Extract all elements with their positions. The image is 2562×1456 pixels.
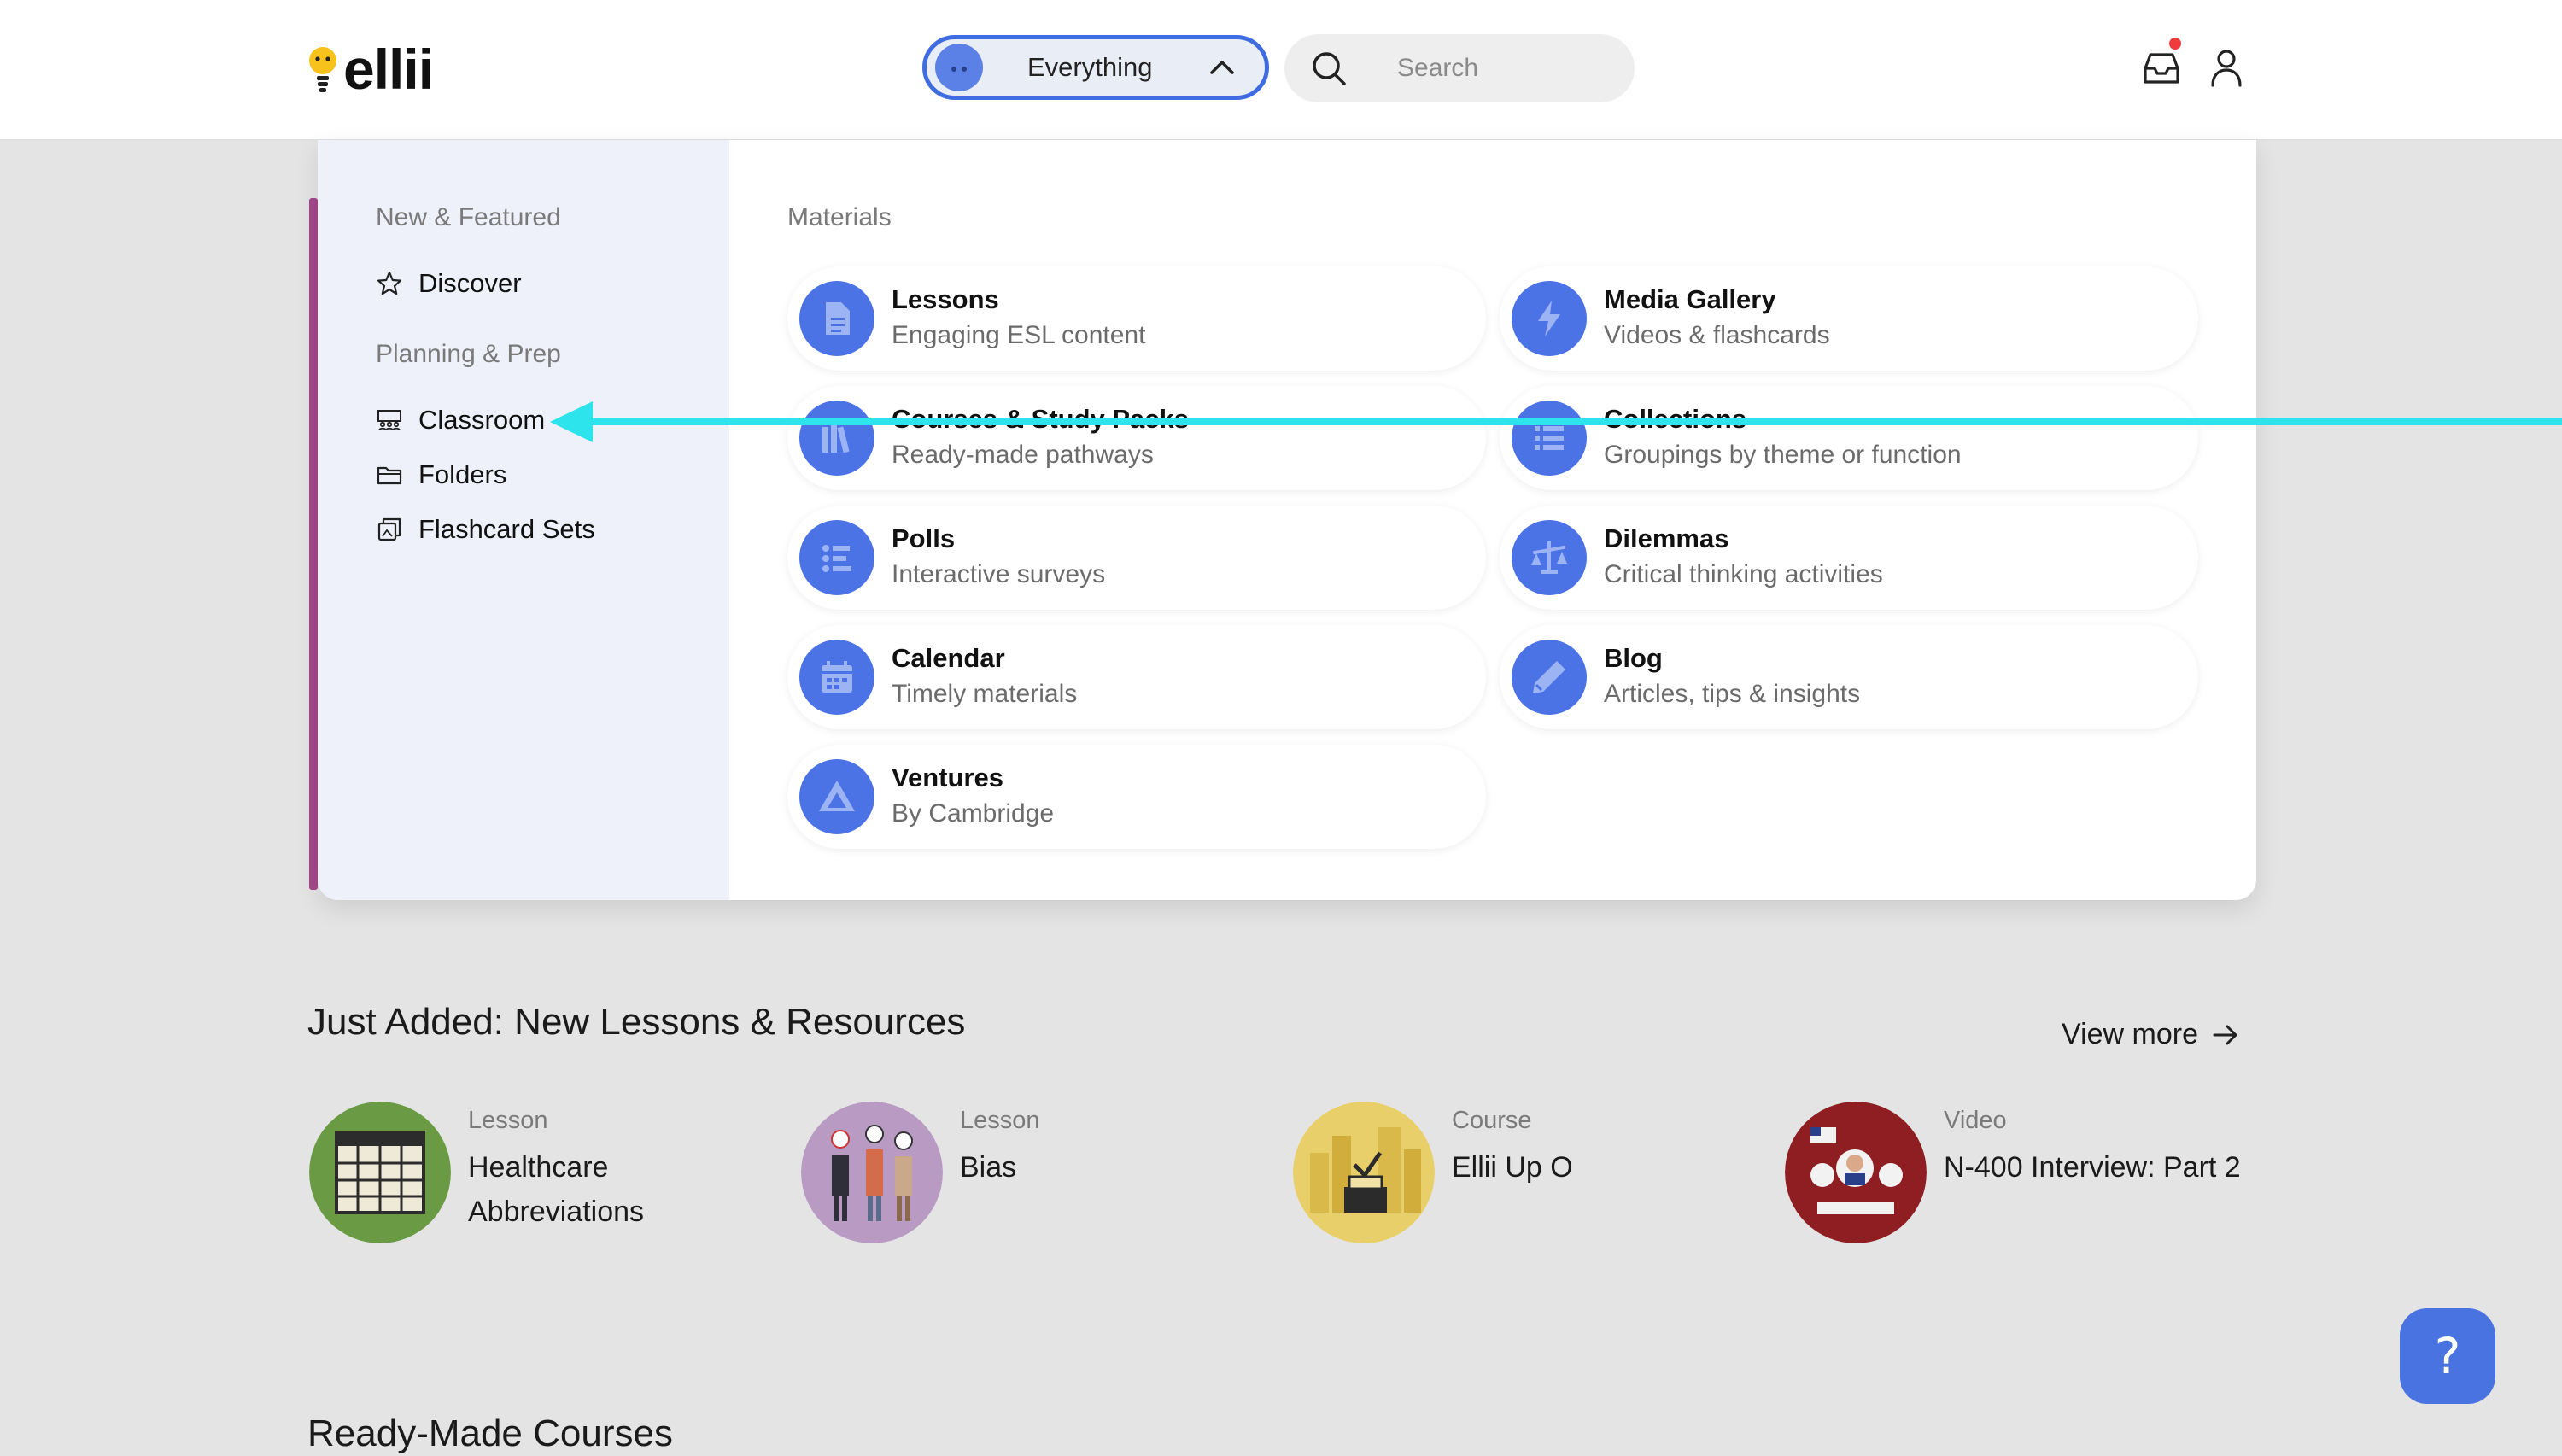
card-title: Calendar	[892, 643, 1005, 673]
resource-type: Video	[1944, 1107, 2007, 1134]
menu-card-courses[interactable]: Courses & Study Packs Ready-made pathways	[787, 386, 1486, 490]
document-icon	[799, 281, 874, 356]
classroom-icon	[377, 410, 401, 431]
card-title: Blog	[1604, 643, 1663, 673]
flashcard-sets-label: Flashcard Sets	[418, 514, 595, 544]
books-icon	[799, 401, 874, 476]
star-icon	[377, 271, 402, 295]
card-title: Courses & Study Packs	[892, 404, 1190, 434]
inbox-icon[interactable]	[2142, 48, 2181, 87]
new-featured-heading: New & Featured	[376, 203, 561, 231]
card-subtitle: Ready-made pathways	[892, 441, 1154, 469]
card-subtitle: Groupings by theme or function	[1604, 441, 1962, 469]
menu-card-media-gallery[interactable]: Media Gallery Videos & flashcards	[1500, 266, 2198, 371]
menu-card-polls[interactable]: Polls Interactive surveys	[787, 506, 1486, 610]
menu-card-blog[interactable]: Blog Articles, tips & insights	[1500, 625, 2198, 729]
search-icon[interactable]	[1310, 50, 1348, 87]
arrow-right-icon	[2213, 1025, 2237, 1044]
flashcard-icon	[377, 517, 401, 541]
resource-title: Ellii Up O	[1452, 1151, 1573, 1184]
resource-thumbnail	[801, 1102, 943, 1243]
materials-menu-panel: New & Featured Discover Planning & Prep …	[318, 140, 2256, 900]
folders-label: Folders	[418, 459, 507, 489]
lightning-icon	[1512, 281, 1587, 356]
search-scope-dropdown[interactable]: Everything	[922, 35, 1269, 100]
scope-avatar-icon	[935, 44, 983, 91]
menu-card-ventures[interactable]: Ventures By Cambridge	[787, 745, 1486, 849]
resource-card-healthcare[interactable]: Lesson Healthcare Abbreviations	[309, 1102, 775, 1243]
notification-dot	[2169, 38, 2181, 50]
discover-label: Discover	[418, 268, 522, 298]
top-header: ellii Everything	[0, 0, 2562, 141]
sidebar-accent-bar	[309, 198, 318, 890]
classroom-label: Classroom	[418, 405, 546, 435]
calendar-icon	[799, 640, 874, 715]
view-more-label: View more	[2062, 1018, 2198, 1050]
logo-text: ellii	[343, 38, 434, 101]
card-subtitle: By Cambridge	[892, 799, 1055, 827]
card-subtitle: Engaging ESL content	[892, 321, 1146, 349]
card-subtitle: Timely materials	[892, 680, 1078, 708]
resource-card-bias[interactable]: Lesson Bias	[801, 1102, 1267, 1243]
card-title: Polls	[892, 523, 956, 553]
card-title: Ventures	[892, 763, 1003, 792]
menu-card-lessons[interactable]: Lessons Engaging ESL content	[787, 266, 1486, 371]
resource-card-ellii-up[interactable]: Course Ellii Up O	[1293, 1102, 1759, 1243]
card-title: Collections	[1604, 404, 1747, 434]
chevron-up-icon	[1210, 61, 1234, 74]
resource-thumbnail	[1293, 1102, 1435, 1243]
resource-title: Bias	[960, 1151, 1017, 1184]
search-bar[interactable]	[1284, 34, 1635, 102]
sidebar-item-classroom[interactable]: Classroom	[376, 405, 545, 436]
card-subtitle: Critical thinking activities	[1604, 560, 1883, 588]
menu-card-calendar[interactable]: Calendar Timely materials	[787, 625, 1486, 729]
pencil-icon	[1512, 640, 1587, 715]
resource-card-n400[interactable]: Video N-400 Interview: Part 2	[1785, 1102, 2251, 1243]
sidebar-item-flashcard-sets[interactable]: Flashcard Sets	[376, 514, 595, 545]
resource-title: N-400 Interview: Part 2	[1944, 1151, 2241, 1184]
list-icon	[1512, 401, 1587, 476]
card-title: Dilemmas	[1604, 523, 1729, 553]
help-label: ?	[2434, 1327, 2461, 1385]
card-title: Lessons	[892, 284, 999, 314]
ventures-icon	[799, 759, 874, 834]
poll-icon	[799, 520, 874, 595]
menu-sidebar: New & Featured Discover Planning & Prep …	[318, 140, 729, 900]
planning-prep-heading: Planning & Prep	[376, 340, 561, 368]
card-subtitle: Videos & flashcards	[1604, 321, 1830, 349]
card-subtitle: Interactive surveys	[892, 560, 1106, 588]
menu-card-dilemmas[interactable]: Dilemmas Critical thinking activities	[1500, 506, 2198, 610]
user-profile-icon[interactable]	[2208, 48, 2244, 87]
help-button[interactable]: ?	[2400, 1308, 2495, 1404]
resource-type: Course	[1452, 1107, 1532, 1134]
resource-thumbnail	[309, 1102, 451, 1243]
resource-thumbnail	[1785, 1102, 1927, 1243]
scales-icon	[1512, 520, 1587, 595]
just-added-heading: Just Added: New Lessons & Resources	[307, 1001, 966, 1043]
materials-heading: Materials	[787, 203, 892, 231]
resource-title: Healthcare Abbreviations	[468, 1151, 645, 1228]
folder-icon	[377, 466, 402, 485]
view-more-link[interactable]: View more	[2062, 1018, 2241, 1051]
card-subtitle: Articles, tips & insights	[1604, 680, 1861, 708]
sidebar-item-discover[interactable]: Discover	[376, 268, 522, 299]
lightbulb-icon	[309, 47, 336, 92]
resource-type: Lesson	[468, 1107, 548, 1134]
resource-type: Lesson	[960, 1107, 1040, 1134]
ready-made-courses-heading: Ready-Made Courses	[307, 1412, 673, 1454]
search-input[interactable]	[1395, 53, 1621, 84]
ellii-logo[interactable]: ellii	[307, 38, 434, 101]
menu-card-collections[interactable]: Collections Groupings by theme or functio…	[1500, 386, 2198, 490]
sidebar-item-folders[interactable]: Folders	[376, 459, 506, 490]
scope-label: Everything	[1027, 52, 1153, 82]
card-title: Media Gallery	[1604, 284, 1776, 314]
